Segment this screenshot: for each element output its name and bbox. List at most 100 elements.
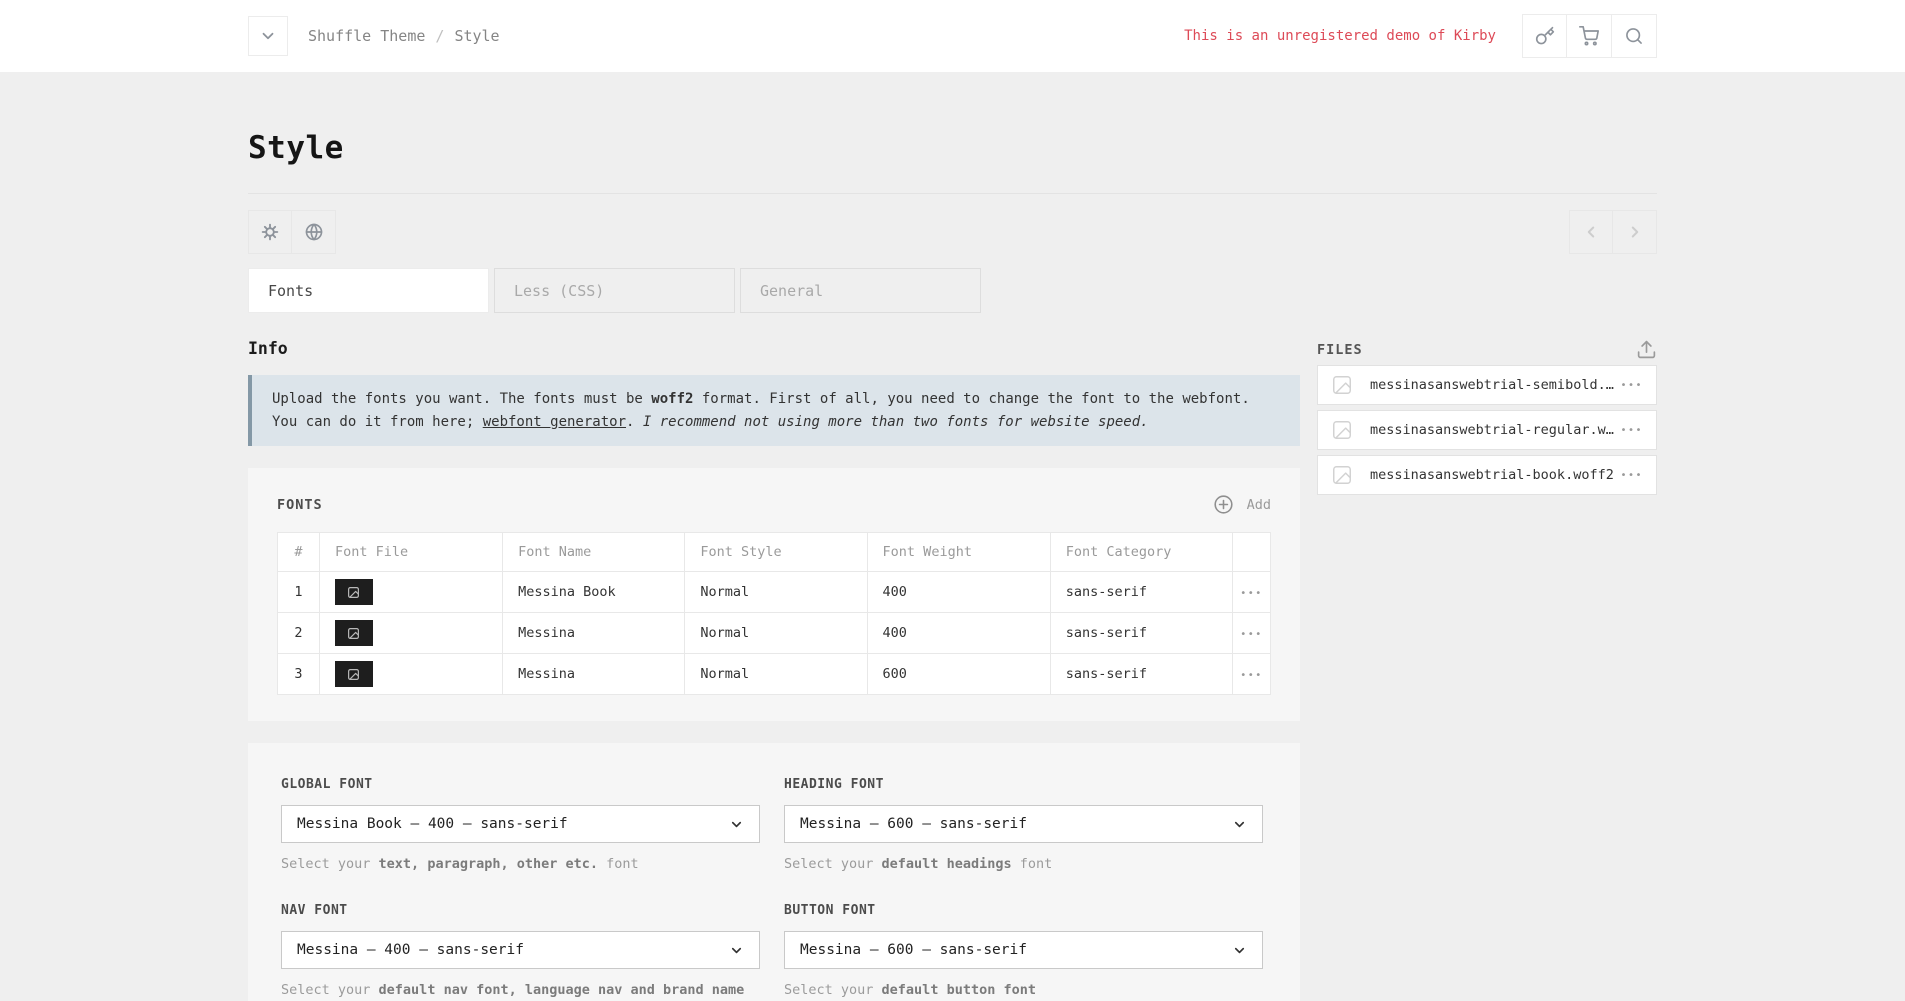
file-options-button[interactable]: ••• <box>1620 380 1643 391</box>
button-font-label: BUTTON FONT <box>784 903 1263 918</box>
font-style-cell: Normal <box>685 613 867 654</box>
gear-icon <box>260 222 280 242</box>
row-number: 2 <box>278 613 320 654</box>
chevron-down-icon <box>729 943 744 958</box>
row-number: 1 <box>278 572 320 613</box>
heading-font-select[interactable]: Messina – 600 – sans-serif <box>784 805 1263 843</box>
chevron-down-icon <box>1232 817 1247 832</box>
table-row: 2 Messina Normal 400 sans-serif ••• <box>278 613 1271 654</box>
file-options-button[interactable]: ••• <box>1620 470 1643 481</box>
button-font-select[interactable]: Messina – 600 – sans-serif <box>784 931 1263 969</box>
font-file-thumbnail[interactable] <box>335 661 373 687</box>
fonts-table: # Font File Font Name Font Style Font We… <box>277 532 1271 695</box>
register-button[interactable] <box>1522 14 1567 58</box>
buy-button[interactable] <box>1567 14 1612 58</box>
nav-font-label: NAV FONT <box>281 903 760 918</box>
select-value: Messina – 600 – sans-serif <box>800 942 1027 958</box>
chevron-left-icon <box>1582 223 1600 241</box>
image-icon <box>1331 464 1353 486</box>
row-number: 3 <box>278 654 320 695</box>
font-name-cell: Messina Book <box>503 572 685 613</box>
search-button[interactable] <box>1612 14 1657 58</box>
column-header-font-name: Font Name <box>503 533 685 572</box>
row-options-button[interactable]: ••• <box>1233 670 1270 681</box>
tab-bar: Fonts Less (CSS) General <box>248 268 1657 313</box>
unregistered-demo-notice: This is an unregistered demo of Kirby <box>1184 28 1496 44</box>
info-text: format. First of all, you need to change… <box>693 391 1249 407</box>
page-toolbar <box>248 210 1657 254</box>
chevron-right-icon <box>1626 223 1644 241</box>
nav-font-select[interactable]: Messina – 400 – sans-serif <box>281 931 760 969</box>
global-font-label: GLOBAL FONT <box>281 777 760 792</box>
title-divider <box>248 193 1657 194</box>
chevron-down-icon <box>729 817 744 832</box>
breadcrumb-parent[interactable]: Shuffle Theme <box>308 27 425 45</box>
select-value: Messina Book – 400 – sans-serif <box>297 816 568 832</box>
file-item[interactable]: messinasanswebtrial-semibold.… ••• <box>1317 365 1657 405</box>
breadcrumb-current[interactable]: Style <box>454 27 499 45</box>
plus-circle-icon <box>1213 494 1234 515</box>
column-header-font-file: Font File <box>319 533 502 572</box>
info-text: You can do it from here; <box>272 414 483 430</box>
file-options-button[interactable]: ••• <box>1620 425 1643 436</box>
global-font-select[interactable]: Messina Book – 400 – sans-serif <box>281 805 760 843</box>
add-button-label: Add <box>1247 497 1271 513</box>
files-section-title: FILES <box>1317 342 1363 358</box>
settings-button[interactable] <box>248 210 292 254</box>
table-row: 3 Messina Normal 600 sans-serif ••• <box>278 654 1271 695</box>
column-header-font-weight: Font Weight <box>867 533 1050 572</box>
page-title: Style <box>248 130 1657 166</box>
prev-page-button[interactable] <box>1569 210 1613 254</box>
tab-fonts[interactable]: Fonts <box>248 268 489 313</box>
chevron-down-icon <box>259 27 277 45</box>
breadcrumb-separator: / <box>435 27 444 45</box>
font-weight-cell: 400 <box>867 613 1050 654</box>
image-icon <box>347 586 360 599</box>
font-file-thumbnail[interactable] <box>335 620 373 646</box>
heading-font-field: HEADING FONT Messina – 600 – sans-serif … <box>784 777 1263 872</box>
column-header-actions <box>1233 533 1271 572</box>
field-help: Select your default button font <box>784 982 1263 998</box>
column-header-font-category: Font Category <box>1050 533 1232 572</box>
next-page-button[interactable] <box>1613 210 1657 254</box>
info-text: Upload the fonts you want. The fonts mus… <box>272 391 651 407</box>
row-options-button[interactable]: ••• <box>1233 588 1270 599</box>
add-font-button[interactable]: Add <box>1213 494 1271 515</box>
font-weight-cell: 600 <box>867 654 1050 695</box>
font-file-thumbnail[interactable] <box>335 579 373 605</box>
column-header-font-style: Font Style <box>685 533 867 572</box>
column-header-num: # <box>278 533 320 572</box>
breadcrumb: Shuffle Theme / Style <box>308 27 500 45</box>
file-name: messinasanswebtrial-book.woff2 <box>1370 467 1620 483</box>
info-box: Upload the fonts you want. The fonts mus… <box>248 375 1300 446</box>
languages-button[interactable] <box>292 210 336 254</box>
fonts-section-title: FONTS <box>277 497 323 513</box>
info-heading: Info <box>248 339 1300 358</box>
webfont-generator-link[interactable]: webfont generator <box>483 414 626 430</box>
file-item[interactable]: messinasanswebtrial-book.woff2 ••• <box>1317 455 1657 495</box>
upload-file-button[interactable] <box>1636 339 1657 360</box>
cart-icon <box>1579 26 1599 46</box>
file-item[interactable]: messinasanswebtrial-regular.w… ••• <box>1317 410 1657 450</box>
font-name-cell: Messina <box>503 613 685 654</box>
table-row: 1 Messina Book Normal 400 sans-serif ••• <box>278 572 1271 613</box>
search-icon <box>1624 26 1644 46</box>
button-font-field: BUTTON FONT Messina – 600 – sans-serif S… <box>784 903 1263 998</box>
image-icon <box>347 668 360 681</box>
field-help: Select your default nav font, language n… <box>281 982 760 998</box>
topbar-icon-group <box>1522 14 1657 58</box>
row-options-button[interactable]: ••• <box>1233 629 1270 640</box>
tab-general[interactable]: General <box>740 268 981 313</box>
image-icon <box>1331 374 1353 396</box>
chevron-down-icon <box>1232 943 1247 958</box>
tab-less-css[interactable]: Less (CSS) <box>494 268 735 313</box>
page-menu-button[interactable] <box>248 16 288 56</box>
heading-font-label: HEADING FONT <box>784 777 1263 792</box>
font-category-cell: sans-serif <box>1050 654 1232 695</box>
info-text: . <box>626 414 643 430</box>
info-italic-note: I recommend not using more than two font… <box>643 414 1149 430</box>
image-icon <box>347 627 360 640</box>
field-help: Select your text, paragraph, other etc. … <box>281 856 760 872</box>
info-bold-woff2: woff2 <box>651 391 693 407</box>
font-style-cell: Normal <box>685 654 867 695</box>
